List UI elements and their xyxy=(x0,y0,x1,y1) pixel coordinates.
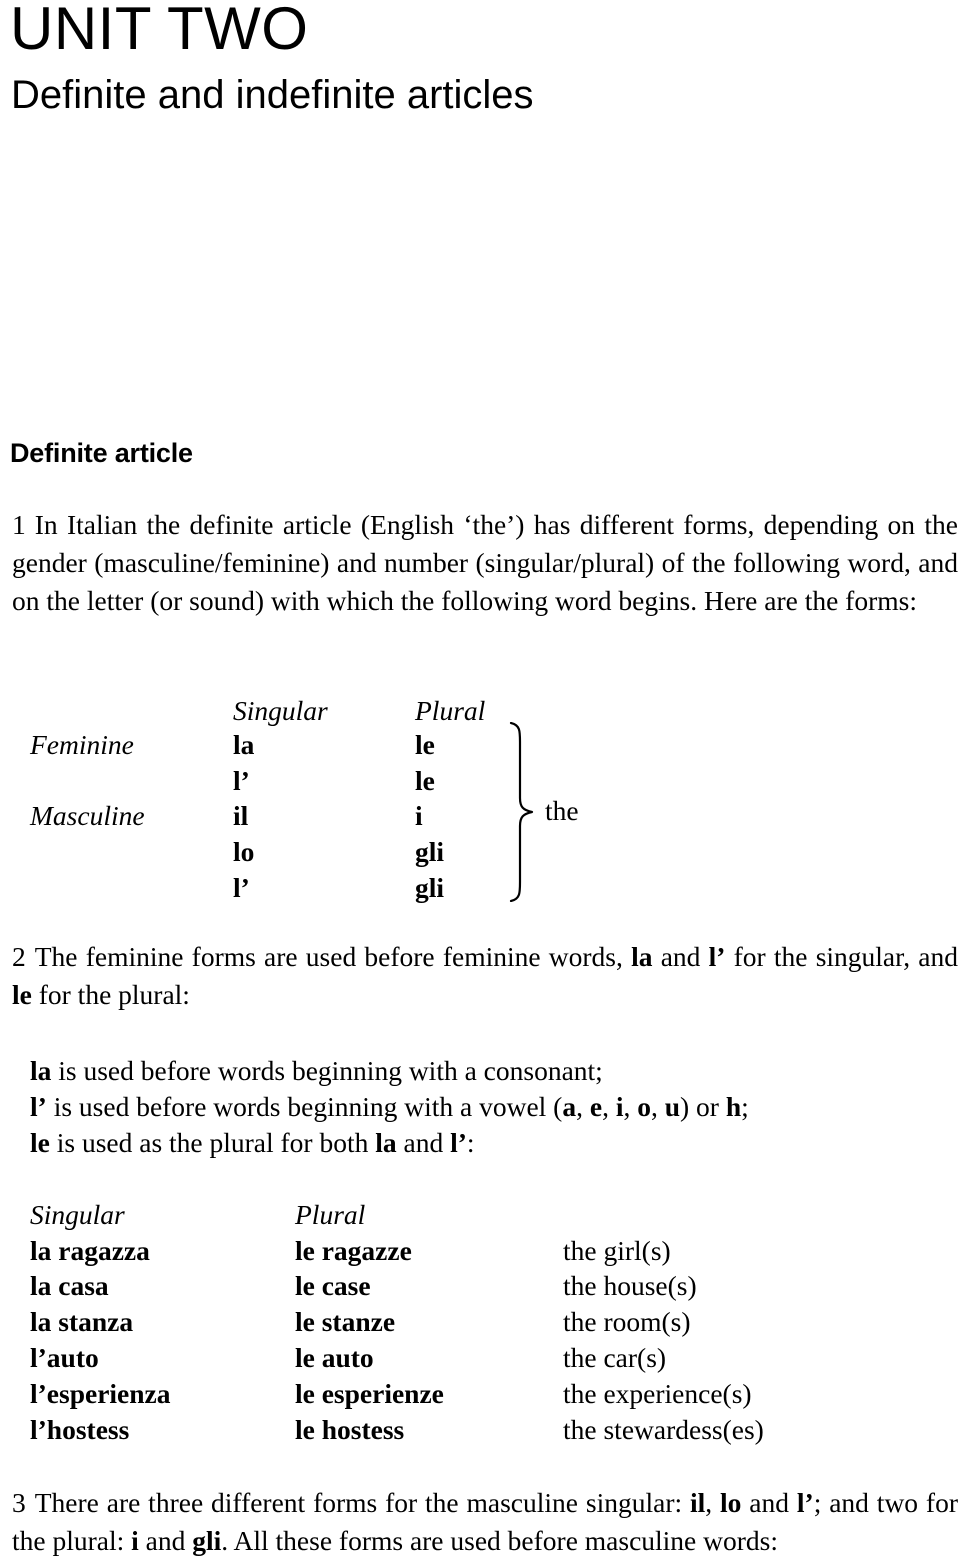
document-page: UNIT TWO Definite and indefinite article… xyxy=(0,0,960,1556)
forms-cell-singular-1: l’ xyxy=(233,765,250,796)
rule-l-sep1: , xyxy=(576,1091,590,1122)
paragraph-1-text: In Italian the definite article (English… xyxy=(12,509,958,616)
paragraph-2-text-part2: and xyxy=(652,941,709,972)
examples-singular-5: l’hostess xyxy=(30,1414,130,1445)
examples-english-2: the room(s) xyxy=(563,1306,691,1337)
rule-vowel-u: u xyxy=(664,1091,680,1122)
paragraph-2-bold-lapostrophe: l’ xyxy=(708,941,726,972)
examples-english-1: the house(s) xyxy=(563,1270,697,1301)
paragraph-2-text-part4: for the plural: xyxy=(31,979,190,1010)
usage-rule-la: la is used before words beginning with a… xyxy=(30,1053,749,1089)
paragraph-2-text-part3: for the singular, and xyxy=(725,941,958,972)
paragraph-2-bold-la: la xyxy=(631,941,653,972)
paragraph-3-text-part3: and xyxy=(741,1487,797,1518)
rule-le-text2: and xyxy=(396,1127,451,1158)
usage-rule-lapostrophe: l’ is used before words beginning with a… xyxy=(30,1089,749,1125)
unit-subtitle: Definite and indefinite articles xyxy=(11,73,534,117)
forms-cell-singular-2: il xyxy=(233,800,249,831)
rule-vowel-a: a xyxy=(562,1091,577,1122)
paragraph-2-number: 2 xyxy=(12,941,26,972)
forms-row-label-feminine: Feminine xyxy=(30,729,134,760)
curly-brace-icon xyxy=(505,722,545,902)
forms-cell-plural-1: le xyxy=(415,765,435,796)
examples-singular-4: l’esperienza xyxy=(30,1378,171,1409)
rule-le-text1: is used as the plural for both xyxy=(49,1127,376,1158)
unit-title: UNIT TWO xyxy=(10,0,309,62)
rule-l-text3: ; xyxy=(741,1091,749,1122)
rule-la-bold: la xyxy=(30,1055,52,1086)
rule-le-bold-l: l’ xyxy=(450,1127,467,1158)
rule-vowel-o: o xyxy=(637,1091,651,1122)
rule-l-text2: ) or xyxy=(680,1091,726,1122)
paragraph-3-text-part5: and xyxy=(138,1525,193,1556)
forms-cell-singular-0: la xyxy=(233,729,255,760)
rule-l-bold: l’ xyxy=(30,1091,47,1122)
forms-header-singular: Singular xyxy=(233,695,328,726)
paragraph-3-bold-i: i xyxy=(131,1525,139,1556)
forms-cell-singular-4: l’ xyxy=(233,872,250,903)
rule-le-text3: : xyxy=(466,1127,475,1158)
examples-plural-5: le hostess xyxy=(295,1414,405,1445)
examples-singular-3: l’auto xyxy=(30,1342,99,1373)
rule-le-bold: le xyxy=(30,1127,50,1158)
paragraph-3-bold-lo: lo xyxy=(720,1487,742,1518)
examples-english-4: the experience(s) xyxy=(563,1378,752,1409)
forms-cell-plural-3: gli xyxy=(415,836,445,867)
examples-singular-0: la ragazza xyxy=(30,1235,150,1266)
paragraph-3-bold-il: il xyxy=(690,1487,706,1518)
rule-l-sep4: , xyxy=(650,1091,665,1122)
paragraph-1: 1 In Italian the definite article (Englis… xyxy=(12,506,958,620)
paragraph-2-text-part1: The feminine forms are used before femin… xyxy=(34,941,632,972)
rule-l-text1: is used before words beginning with a vo… xyxy=(46,1091,563,1122)
forms-header-plural: Plural xyxy=(415,695,486,726)
paragraph-3-bold-gli: gli xyxy=(192,1525,222,1556)
examples-header-plural: Plural xyxy=(295,1199,366,1230)
forms-row-label-masculine: Masculine xyxy=(30,800,145,831)
rule-l-sep3: , xyxy=(623,1091,638,1122)
examples-plural-0: le ragazze xyxy=(295,1235,412,1266)
examples-header-singular: Singular xyxy=(30,1199,125,1230)
paragraph-3: 3 There are three different forms for the… xyxy=(12,1484,958,1560)
forms-cell-plural-4: gli xyxy=(415,872,445,903)
paragraph-1-number: 1 xyxy=(12,509,26,540)
examples-english-5: the stewardess(es) xyxy=(563,1414,764,1445)
forms-cell-plural-0: le xyxy=(415,729,435,760)
examples-plural-4: le esperienze xyxy=(295,1378,444,1409)
examples-plural-3: le auto xyxy=(295,1342,374,1373)
paragraph-3-bold-l: l’ xyxy=(796,1487,814,1518)
rule-letter-h: h xyxy=(725,1091,742,1122)
usage-rule-le: le is used as the plural for both la and… xyxy=(30,1125,749,1161)
examples-english-3: the car(s) xyxy=(563,1342,667,1373)
examples-english-0: the girl(s) xyxy=(563,1235,671,1266)
rule-le-bold-la: la xyxy=(375,1127,397,1158)
rule-vowel-e: e xyxy=(589,1091,603,1122)
examples-singular-1: la casa xyxy=(30,1270,109,1301)
examples-plural-2: le stanze xyxy=(295,1306,396,1337)
paragraph-2-bold-le: le xyxy=(12,979,32,1010)
examples-plural-1: le case xyxy=(295,1270,371,1301)
usage-rules-list: la is used before words beginning with a… xyxy=(30,1053,749,1161)
paragraph-2: 2 The feminine forms are used before femi… xyxy=(12,938,958,1014)
rule-la-text: is used before words beginning with a co… xyxy=(51,1055,603,1086)
paragraph-3-text-part6: . All these forms are used before mascul… xyxy=(221,1525,778,1556)
forms-cell-singular-3: lo xyxy=(233,836,255,867)
section-heading: Definite article xyxy=(10,438,193,468)
paragraph-3-text-part2: , xyxy=(705,1487,721,1518)
brace-label-the: the xyxy=(545,795,579,826)
paragraph-3-number: 3 xyxy=(12,1487,26,1518)
forms-cell-plural-2: i xyxy=(415,800,423,831)
rule-l-sep2: , xyxy=(602,1091,616,1122)
examples-singular-2: la stanza xyxy=(30,1306,134,1337)
paragraph-3-text-part1: There are three different forms for the … xyxy=(34,1487,690,1518)
